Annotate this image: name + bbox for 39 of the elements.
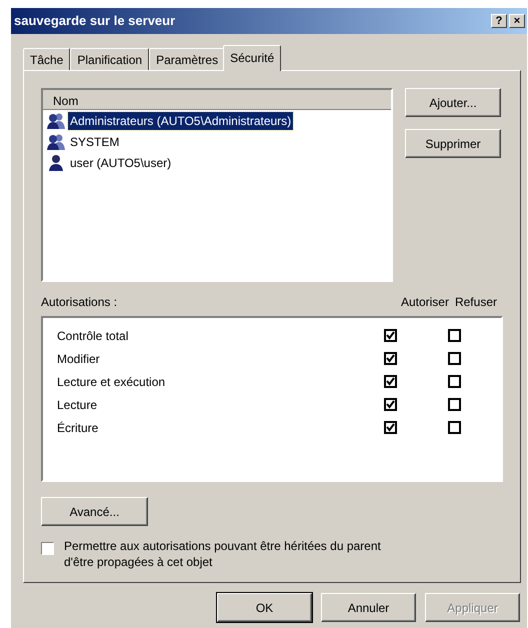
remove-button[interactable]: Supprimer bbox=[405, 129, 501, 158]
column-header: Refuser bbox=[454, 294, 497, 311]
users-icon bbox=[47, 112, 65, 129]
checkbox[interactable] bbox=[384, 398, 397, 411]
permissions-label: Autorisations : bbox=[41, 294, 118, 311]
column-header[interactable]: Nom bbox=[43, 90, 391, 110]
ok-button[interactable]: OK bbox=[217, 593, 312, 622]
checkbox[interactable] bbox=[384, 352, 397, 365]
add-button[interactable]: Ajouter... bbox=[405, 88, 501, 117]
permission-name: Lecture bbox=[57, 396, 98, 414]
checkbox[interactable] bbox=[384, 329, 397, 342]
checkbox[interactable] bbox=[384, 375, 397, 388]
permission-name: Modifier bbox=[57, 350, 101, 368]
permission-name: Contrôle total bbox=[57, 328, 130, 344]
user-icon bbox=[47, 154, 65, 171]
users-icon bbox=[47, 133, 65, 150]
checkbox[interactable] bbox=[384, 421, 397, 434]
checkbox[interactable] bbox=[448, 329, 461, 342]
tab[interactable]: Planification bbox=[70, 48, 150, 70]
column-header: Autoriser bbox=[400, 294, 449, 311]
permission-name: Lecture et exécution bbox=[57, 374, 166, 390]
tab[interactable]: Paramètres bbox=[149, 48, 226, 70]
checkbox[interactable] bbox=[448, 421, 461, 434]
permission-name: Écriture bbox=[57, 420, 100, 436]
inherit-label: Permettre aux autorisations pouvant être héritées du parent d'être propagées à cet objet bbox=[64, 538, 382, 570]
checkbox[interactable] bbox=[448, 375, 461, 388]
tab[interactable]: Sécurité bbox=[223, 45, 282, 71]
window-title: sauvegarde sur le serveur bbox=[14, 12, 176, 30]
checkbox[interactable] bbox=[41, 542, 54, 555]
help-button[interactable]: ? bbox=[491, 14, 507, 28]
list-item[interactable]: SYSTEM bbox=[68, 132, 122, 150]
list-item[interactable]: Administrateurs (AUTO5\Administrateurs) bbox=[68, 112, 294, 130]
advanced-button[interactable]: Avancé... bbox=[41, 497, 148, 526]
list-item[interactable]: user (AUTO5\user) bbox=[68, 154, 174, 172]
checkbox[interactable] bbox=[448, 398, 461, 411]
checkbox[interactable] bbox=[448, 352, 461, 365]
tab[interactable]: Tâche bbox=[23, 48, 70, 70]
cancel-button[interactable]: Annuler bbox=[321, 593, 416, 622]
close-button[interactable]: × bbox=[509, 14, 525, 28]
